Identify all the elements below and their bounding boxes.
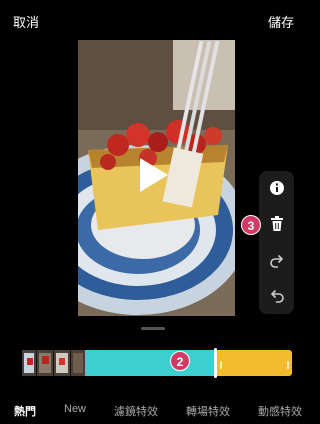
- effect-segment-yellow[interactable]: [217, 350, 292, 376]
- tab-hot[interactable]: 熱門: [14, 403, 36, 419]
- thumbnail-strip-image: [22, 350, 85, 376]
- redo-button[interactable]: [259, 246, 294, 276]
- play-icon[interactable]: [140, 158, 168, 192]
- clip-thumbnails: [22, 350, 85, 376]
- panel-drag-handle[interactable]: [141, 327, 165, 330]
- step-badge-3: 3: [241, 215, 261, 235]
- tab-new[interactable]: New: [64, 403, 86, 415]
- undo-icon: [270, 289, 284, 303]
- tab-motion-effects[interactable]: 動感特效: [258, 403, 302, 419]
- video-preview[interactable]: [78, 40, 235, 316]
- edit-tool-panel: [259, 171, 294, 314]
- timeline-playhead[interactable]: [214, 348, 217, 378]
- undo-button[interactable]: [259, 281, 294, 311]
- save-button[interactable]: 儲存: [268, 12, 294, 31]
- cancel-button[interactable]: 取消: [13, 12, 39, 31]
- redo-icon: [269, 254, 283, 268]
- trash-icon: [270, 215, 283, 231]
- delete-button[interactable]: [259, 208, 294, 238]
- tab-filter-effects[interactable]: 濾鏡特效: [114, 403, 158, 419]
- info-icon: [269, 181, 284, 195]
- effect-category-tabs: 熱門 New 濾鏡特效 轉場特效 動感特效: [0, 398, 305, 422]
- effect-segment-teal[interactable]: [85, 350, 215, 376]
- timeline-track[interactable]: [22, 348, 294, 378]
- segment-grip[interactable]: [220, 361, 222, 369]
- top-bar: 取消 儲存: [0, 0, 305, 40]
- info-button[interactable]: [259, 173, 294, 203]
- tab-transition-effects[interactable]: 轉場特效: [186, 403, 230, 419]
- step-badge-2: 2: [170, 351, 190, 371]
- segment-grip[interactable]: [287, 361, 289, 369]
